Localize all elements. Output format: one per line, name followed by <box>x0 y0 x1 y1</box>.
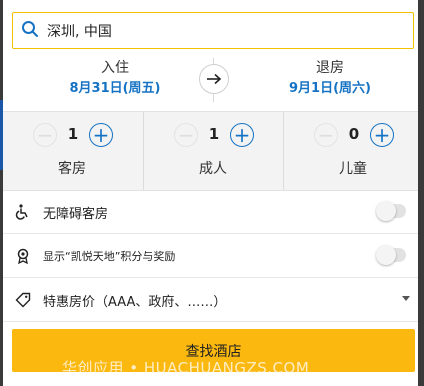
adults-plus-button[interactable]: + <box>230 123 254 147</box>
adults-count: 1 <box>208 125 220 143</box>
special-rates-label: 特惠房价（AAA、政府、……） <box>43 294 227 310</box>
checkin-date[interactable]: 入住 8月31日(周五) <box>40 58 190 100</box>
rooms-counter: − 1 + 客房 <box>3 112 141 190</box>
accessible-room-label: 无障碍客房 <box>43 206 109 222</box>
checkin-label: 入住 <box>101 60 129 76</box>
search-icon <box>21 20 39 42</box>
rooms-minus-button[interactable]: − <box>33 123 57 147</box>
checkout-value: 9月1日(周六) <box>289 81 371 96</box>
rooms-label: 客房 <box>58 161 86 177</box>
children-label: 儿童 <box>339 161 367 177</box>
children-plus-button[interactable]: + <box>370 123 394 147</box>
adults-counter: − 1 + 成人 <box>143 112 282 190</box>
children-counter: − 0 + 儿童 <box>283 112 422 190</box>
guest-counters: − 1 + 客房 − 1 + 成人 − 0 + 儿童 <box>3 111 418 191</box>
accessible-room-toggle[interactable] <box>376 201 406 221</box>
rooms-plus-button[interactable]: + <box>89 123 113 147</box>
points-option: 显示“凯悦天地”积分与奖励 <box>3 235 418 278</box>
watermark: 华创应用 • HUACHUANGZS.COM <box>62 359 310 377</box>
checkout-label: 退房 <box>316 60 344 76</box>
checkin-value: 8月31日(周五) <box>69 81 161 96</box>
destination-input[interactable] <box>45 21 389 40</box>
adults-minus-button[interactable]: − <box>174 123 198 147</box>
accessible-room-option: 无障碍客房 <box>3 191 418 234</box>
points-label: 显示“凯悦天地”积分与奖励 <box>43 250 176 263</box>
toggle-knob <box>376 201 396 221</box>
wheelchair-icon <box>13 202 33 222</box>
adults-label: 成人 <box>199 161 227 177</box>
rooms-count: 1 <box>67 125 79 143</box>
award-icon <box>13 246 33 266</box>
toggle-knob <box>376 245 396 265</box>
chevron-down-icon[interactable] <box>402 296 410 301</box>
points-toggle[interactable] <box>376 245 406 265</box>
destination-search-field[interactable] <box>12 12 414 49</box>
children-count: 0 <box>348 125 360 143</box>
arrow-right-icon <box>199 64 229 94</box>
checkout-date[interactable]: 退房 9月1日(周六) <box>255 58 405 100</box>
children-minus-button[interactable]: − <box>314 123 338 147</box>
tag-icon <box>13 290 33 310</box>
special-rates-option[interactable]: 特惠房价（AAA、政府、……） <box>3 279 418 322</box>
